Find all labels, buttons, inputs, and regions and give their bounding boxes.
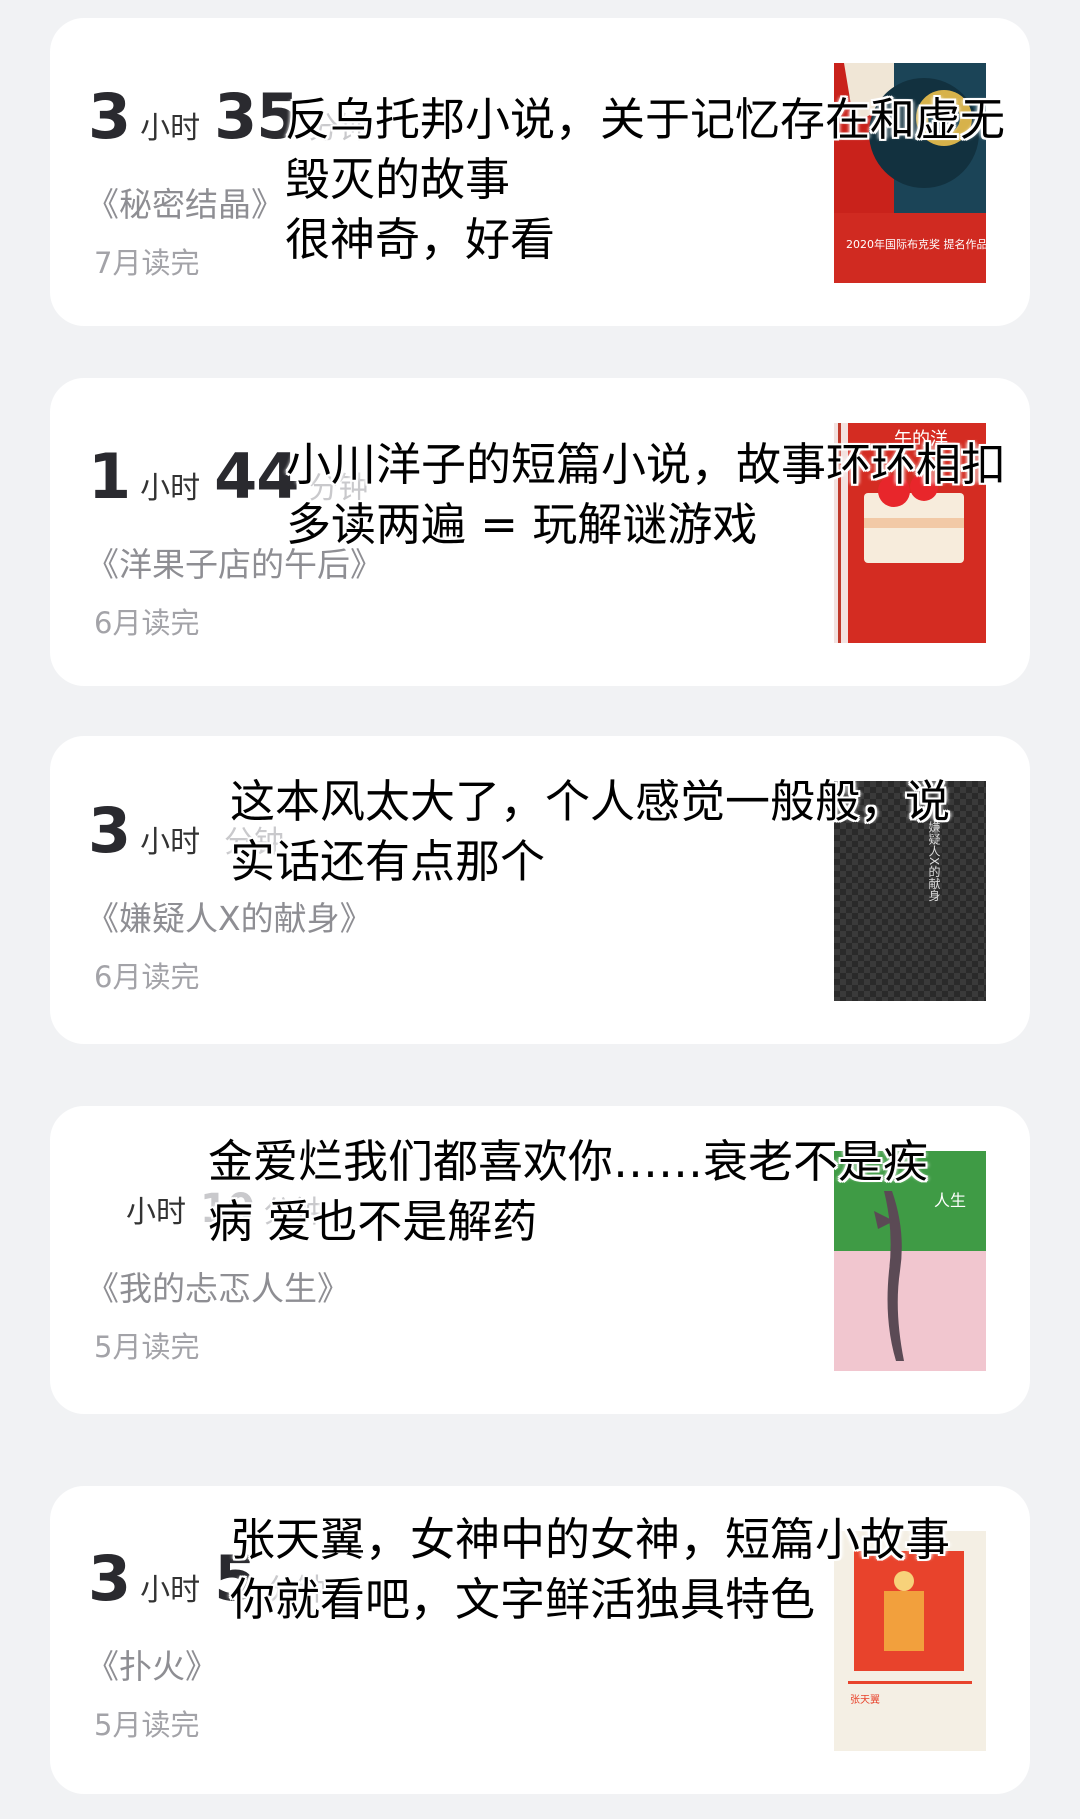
hours-unit: 小时 (140, 111, 201, 146)
reading-duration: 3 小时 分钟 (88, 794, 298, 867)
reading-duration: 3 小时 35 分钟 (88, 80, 382, 153)
book-cover[interactable]: 2020年国际布克奖 提名作品 (834, 63, 986, 283)
book-title: 《洋果子店的午后》 (86, 545, 383, 584)
cover-text: 人生 (934, 1191, 966, 1210)
minutes-value: 5 (214, 1542, 257, 1615)
finish-date: 7月读完 (94, 246, 200, 280)
hours-value: 3 (88, 1542, 131, 1615)
book-cover[interactable]: 张天翼 (834, 1531, 986, 1751)
finish-date: 6月读完 (94, 960, 200, 994)
book-card[interactable]: 小时 10 分钟 《我的忐忑人生》 5月读完 人生 (50, 1106, 1030, 1414)
minutes-unit: 分钟 (266, 1573, 327, 1608)
book-card[interactable]: 3 小时 35 分钟 《秘密结晶》 7月读完 2020年国际布克奖 提名作品 (50, 18, 1030, 326)
book-cover[interactable]: 人生 (834, 1151, 986, 1371)
minutes-unit: 分钟 (308, 111, 369, 146)
hours-unit: 小时 (140, 825, 201, 860)
book-card[interactable]: 1 小时 44 分钟 《洋果子店的午后》 6月读完 午的洋 (50, 378, 1030, 686)
reading-duration: 1 小时 44 分钟 (88, 440, 382, 513)
minutes-value: 10 (200, 1186, 255, 1232)
hours-unit: 小时 (140, 1573, 201, 1608)
hours-value: 3 (88, 80, 131, 153)
minutes-unit: 分钟 (308, 471, 369, 506)
minutes-unit: 分钟 (263, 1195, 324, 1230)
cover-text: 2020年国际布克奖 提名作品 (846, 237, 986, 251)
hours-unit: 小时 (126, 1195, 186, 1230)
book-cover[interactable]: 嫌疑人X的献身 (834, 781, 986, 1001)
book-card[interactable]: 3 小时 5 分钟 《扑火》 5月读完 张天翼 (50, 1486, 1030, 1794)
finish-date: 6月读完 (94, 606, 200, 640)
minutes-value: 44 (214, 440, 299, 513)
hours-value: 3 (88, 794, 131, 867)
finish-date: 5月读完 (94, 1708, 200, 1742)
reading-duration: 3 小时 5 分钟 (88, 1542, 340, 1615)
hours-value: 1 (88, 440, 131, 513)
book-title: 《我的忐忑人生》 (86, 1269, 350, 1308)
book-card[interactable]: 3 小时 分钟 《嫌疑人X的献身》 6月读完 嫌疑人X的献身 (50, 736, 1030, 1044)
finish-date: 5月读完 (94, 1330, 200, 1364)
cover-text: 张天翼 (850, 1694, 880, 1706)
book-title: 《扑火》 (86, 1647, 218, 1686)
cover-text: 嫌疑人X的献身 (927, 821, 941, 902)
cover-text: 午的洋 (894, 429, 948, 450)
reading-duration: 小时 10 分钟 (88, 1164, 338, 1237)
book-cover[interactable]: 午的洋 (834, 423, 986, 643)
book-title: 《嫌疑人X的献身》 (86, 899, 373, 938)
minutes-value: 35 (214, 80, 299, 153)
book-title: 《秘密结晶》 (86, 185, 284, 224)
minutes-unit: 分钟 (224, 825, 285, 860)
hours-unit: 小时 (140, 471, 201, 506)
